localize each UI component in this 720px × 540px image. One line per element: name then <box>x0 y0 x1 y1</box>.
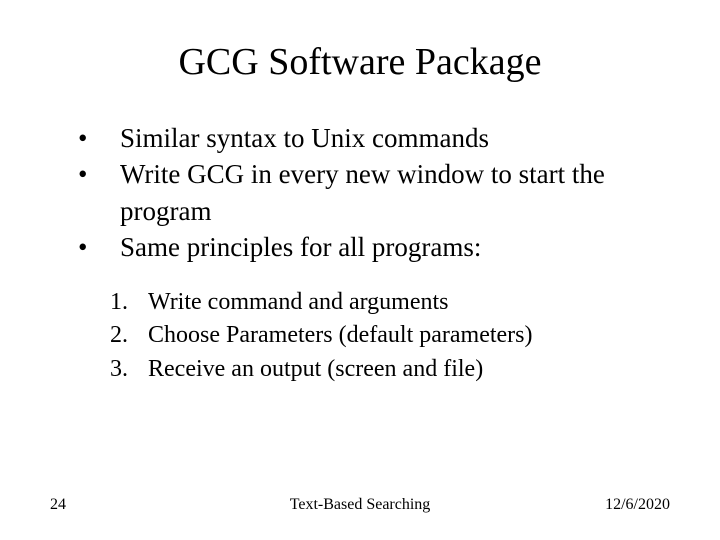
list-item: 3. Receive an output (screen and file) <box>110 353 670 387</box>
list-item: 2. Choose Parameters (default parameters… <box>110 319 670 353</box>
numbered-list: 1. Write command and arguments 2. Choose… <box>110 286 670 387</box>
bullet-icon: • <box>70 120 120 156</box>
numbered-text: Receive an output (screen and file) <box>148 353 670 387</box>
numbered-text: Choose Parameters (default parameters) <box>148 319 670 353</box>
slide-title: GCG Software Package <box>50 40 670 84</box>
list-item: • Similar syntax to Unix commands <box>70 120 670 156</box>
numbered-text: Write command and arguments <box>148 286 670 320</box>
number-marker: 2. <box>110 319 148 353</box>
bullet-text: Similar syntax to Unix commands <box>120 120 670 156</box>
bullet-icon: • <box>70 156 120 192</box>
number-marker: 3. <box>110 353 148 387</box>
bullet-text: Same principles for all programs: <box>120 229 670 265</box>
bullet-list: • Similar syntax to Unix commands • Writ… <box>70 120 670 266</box>
bullet-text: Write GCG in every new window to start t… <box>120 156 670 229</box>
footer: 24 Text-Based Searching 12/6/2020 <box>50 496 670 514</box>
list-item: • Write GCG in every new window to start… <box>70 156 670 229</box>
number-marker: 1. <box>110 286 148 320</box>
bullet-icon: • <box>70 229 120 265</box>
page-number: 24 <box>50 496 66 514</box>
list-item: 1. Write command and arguments <box>110 286 670 320</box>
list-item: • Same principles for all programs: <box>70 229 670 265</box>
footer-date: 12/6/2020 <box>605 496 670 514</box>
footer-title: Text-Based Searching <box>290 496 431 514</box>
